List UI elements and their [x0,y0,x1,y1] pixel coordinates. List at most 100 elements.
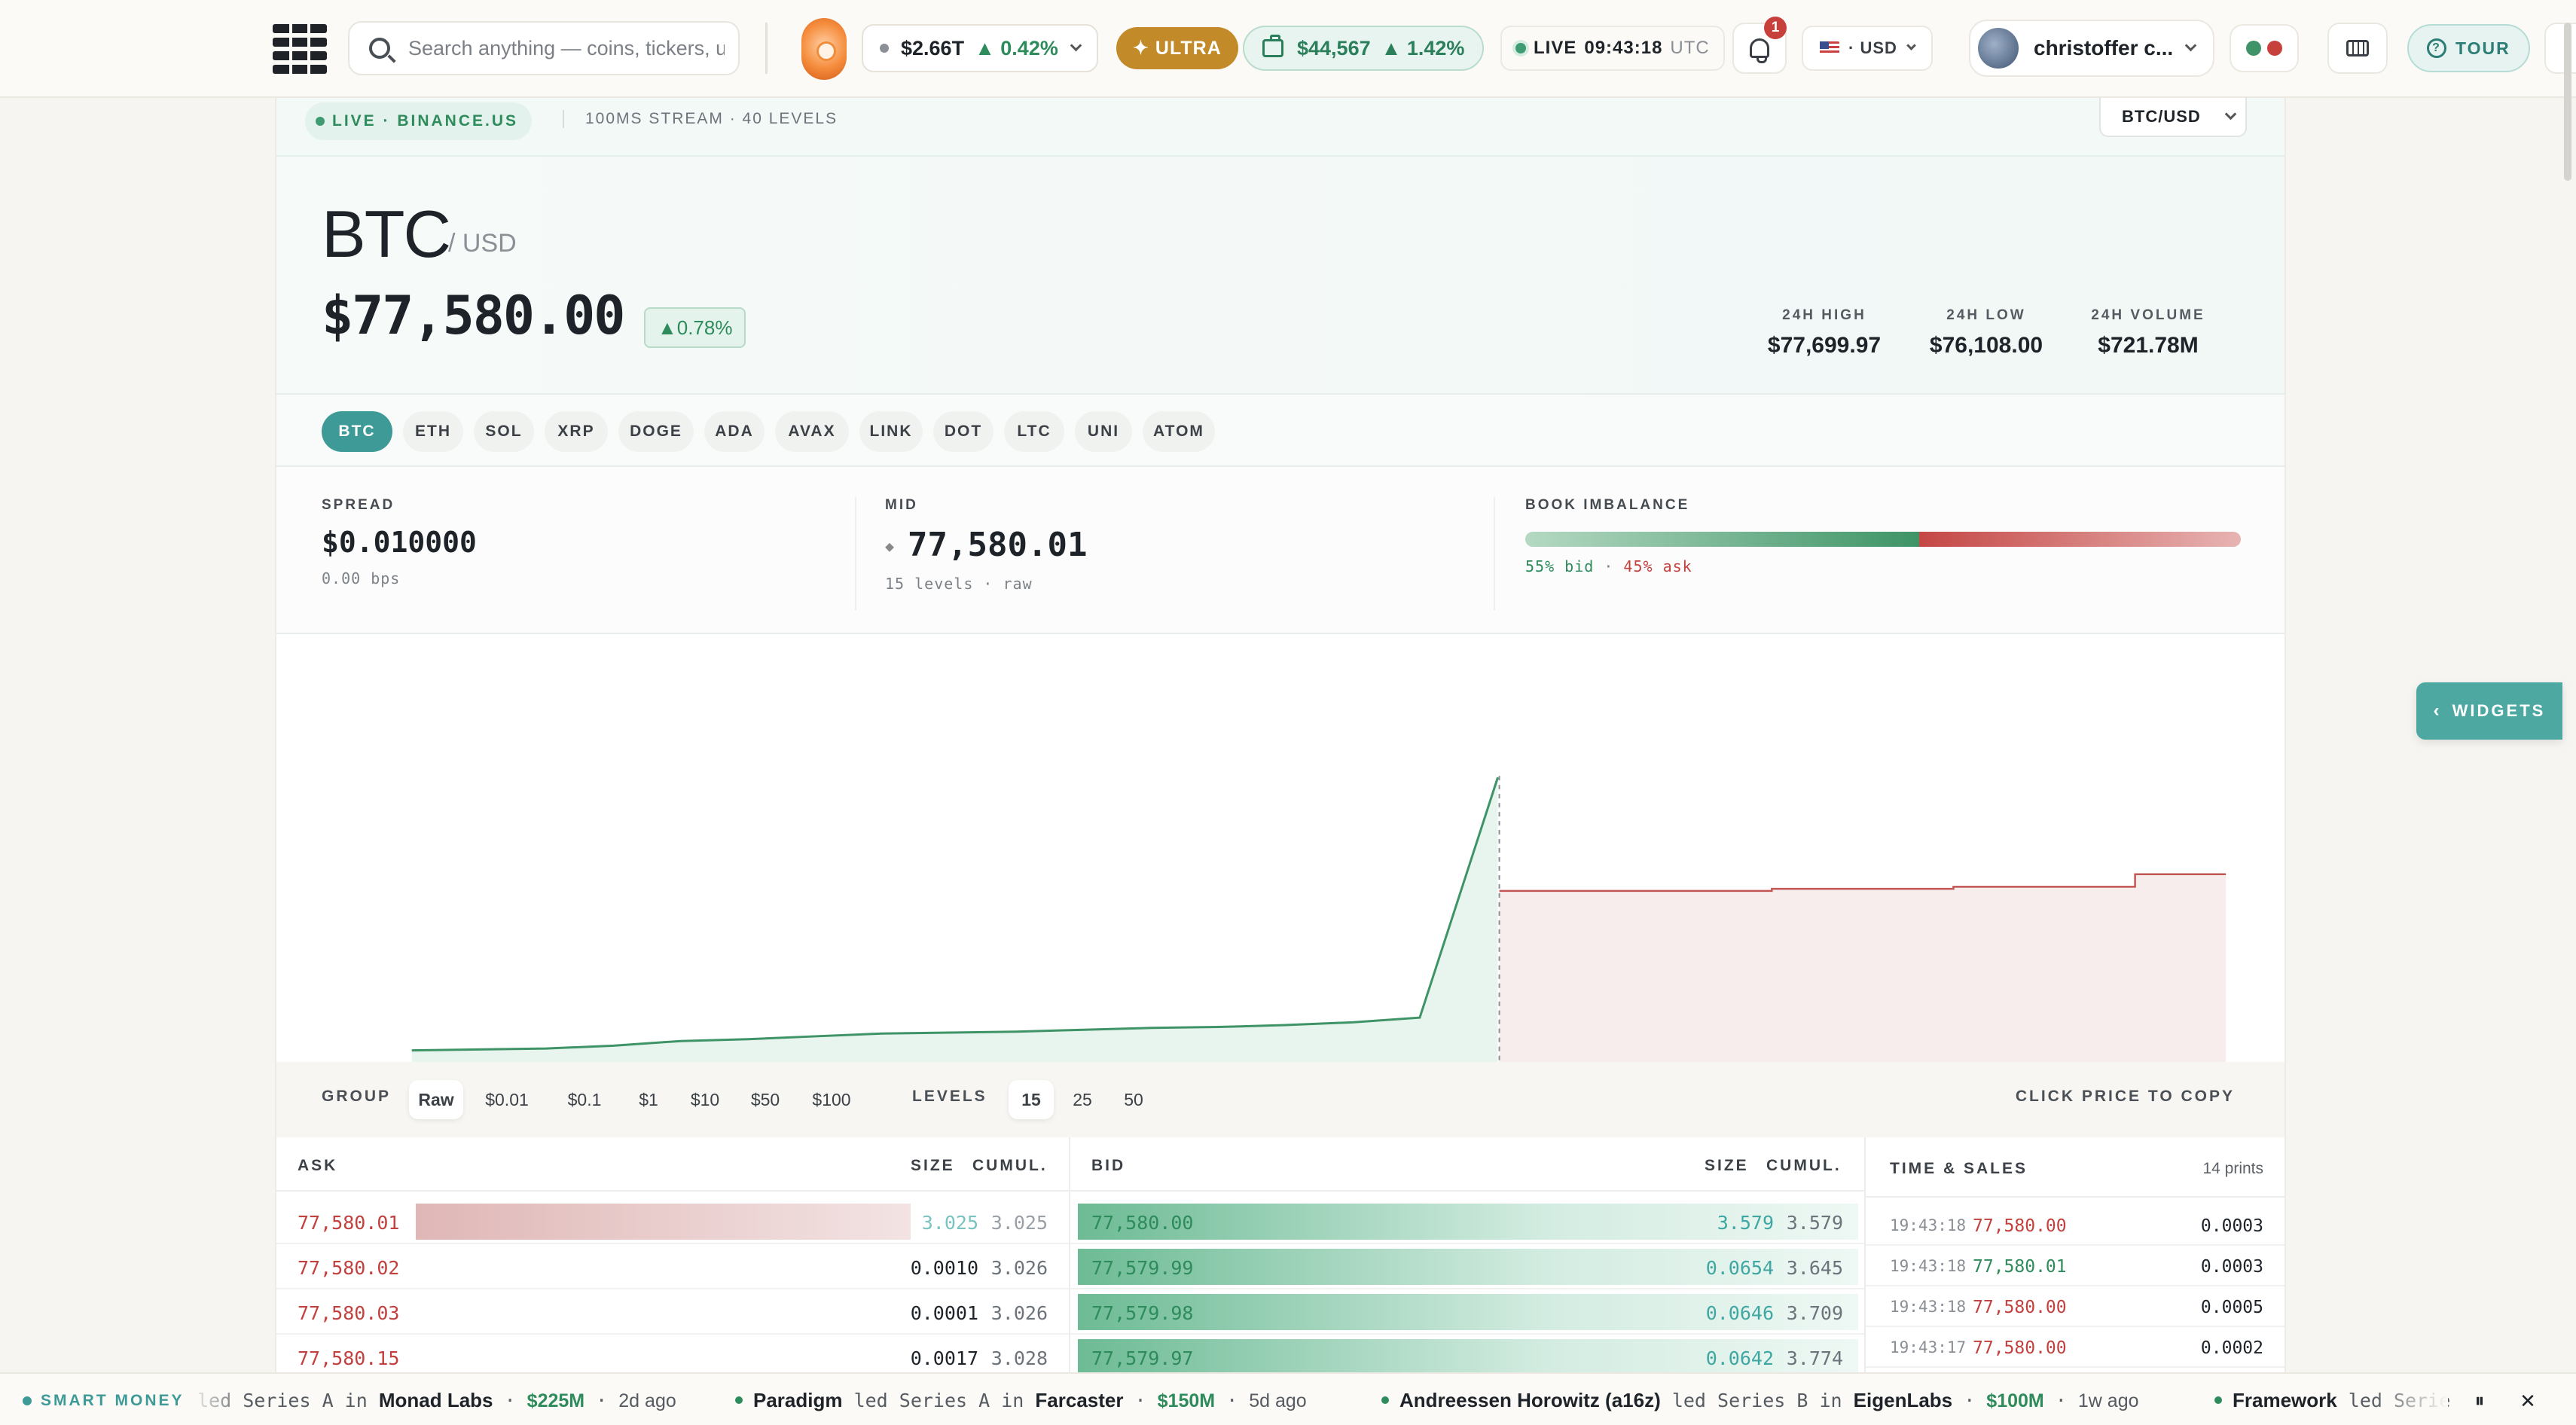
asset-tab-doge[interactable]: DOGE [618,411,694,452]
search-input[interactable]: Search anything — coins, tickers, u [408,37,725,60]
bid-price[interactable]: 77,579.97 [1091,1347,1193,1369]
trade-size: 0.0005 [2200,1298,2263,1317]
currency-select[interactable]: · USD [1802,26,1933,71]
tour-button[interactable]: ? TOUR [2407,24,2530,72]
ticker-company: Monad Labs [378,1389,493,1411]
notifications-button[interactable]: 1 [1732,17,1787,74]
portfolio-change: ▲ 1.42% [1381,36,1465,60]
live-label: LIVE [1534,38,1577,58]
levels-option[interactable]: 50 [1111,1080,1156,1119]
asset-tab-btc[interactable]: BTC [322,411,392,452]
trade-row[interactable]: 19:43:18 77,580.01 0.0003 [1866,1246,2285,1286]
trade-size: 0.0003 [2200,1257,2263,1277]
asset-tab-uni[interactable]: UNI [1075,411,1132,452]
widgets-label: WIDGETS [2452,701,2546,720]
asset-tab-link[interactable]: LINK [859,411,923,452]
bid-price[interactable]: 77,580.00 [1091,1212,1193,1234]
price-change-badge: ▲0.78% [644,307,746,348]
order-book-card: LIVE · BINANCE.US 100MS STREAM · 40 LEVE… [275,98,2286,1378]
ask-price[interactable]: 77,580.15 [298,1347,399,1369]
group-option[interactable]: Raw [409,1080,463,1119]
group-option[interactable]: $0.1 [551,1080,618,1119]
asset-tab-dot[interactable]: DOT [933,411,993,452]
keyboard-shortcuts-button[interactable] [2327,23,2388,74]
depth-chart[interactable] [276,634,2285,1071]
asset-tab-avax[interactable]: AVAX [775,411,849,452]
ask-size-label: SIZE [911,1157,955,1174]
ask-row[interactable]: 77,580.02 0.0010 3.026 [276,1244,1069,1289]
levels-option[interactable]: 25 [1060,1080,1105,1119]
spread-label: SPREAD [322,497,395,513]
close-ticker-button[interactable]: ✕ [2505,1384,2550,1417]
bid-row[interactable]: 77,579.99 0.0654 3.645 [1070,1244,1864,1289]
asset-tab-atom[interactable]: ATOM [1143,411,1215,452]
bid-row[interactable]: 77,580.00 3.579 3.579 [1070,1199,1864,1244]
widgets-button[interactable]: ‹ WIDGETS [2416,682,2562,740]
market-cap-pill[interactable]: $2.66T ▲ 0.42% [862,24,1098,72]
divider [855,497,856,610]
ticker-item[interactable]: Paradigm led Series A in Farcaster · $15… [735,1389,1307,1412]
trade-time: 19:43:18 [1890,1257,1967,1275]
ticker-item[interactable]: Andreessen Horowitz (a16z) led Series B … [1381,1389,2139,1412]
trade-row[interactable]: 19:43:18 77,580.00 0.0003 [1866,1205,2285,1246]
asset-tab-ada[interactable]: ADA [704,411,765,452]
row-cumul: 3.774 [1786,1347,1843,1369]
chevron-down-icon [2224,108,2237,120]
green-dot-icon [2246,41,2261,56]
row-cumul: 3.028 [990,1347,1048,1369]
row-cumul: 3.025 [990,1212,1048,1234]
bid-price[interactable]: 77,579.98 [1091,1302,1193,1324]
imbalance-label: BOOK IMBALANCE [1525,497,1690,513]
asset-tab-sol[interactable]: SOL [474,411,534,452]
row-cumul: 3.026 [990,1302,1048,1324]
top-bar: Search anything — coins, tickers, u $2.6… [0,0,2576,98]
bullet-icon [2214,1396,2222,1404]
asset-tab-xrp[interactable]: XRP [545,411,608,452]
app-logo-icon[interactable] [273,24,327,74]
group-option[interactable]: $1 [626,1080,671,1119]
live-dot-icon [1515,43,1526,53]
group-option[interactable]: $10 [679,1080,731,1119]
user-menu[interactable]: christoffer c... [1969,20,2215,77]
asset-tab-ltc[interactable]: LTC [1004,411,1064,452]
chevron-down-icon [2184,39,2197,51]
ask-price[interactable]: 77,580.02 [298,1257,399,1279]
trade-row[interactable]: 19:43:17 77,580.00 0.0002 [1866,1327,2285,1368]
pair-select[interactable]: BTC/USD [2099,98,2247,137]
status-dot-icon [880,44,889,53]
ask-depth-area [1499,874,2227,1067]
bid-row[interactable]: 77,579.98 0.0646 3.709 [1070,1289,1864,1335]
portfolio-pill[interactable]: $44,567 ▲ 1.42% [1243,26,1485,71]
levels-option[interactable]: 15 [1009,1080,1054,1119]
theme-toggle[interactable] [2230,24,2299,72]
help-icon: ? [2427,38,2446,58]
ticker-amount: $100M [1986,1390,2044,1411]
ask-row[interactable]: 77,580.01 3.025 3.025 [276,1199,1069,1244]
group-option[interactable]: $100 [799,1080,864,1119]
bid-side-label: BID [1091,1157,1126,1174]
clock-time: 09:43:18 [1584,38,1663,58]
asset-tab-eth[interactable]: ETH [403,411,463,452]
group-option[interactable]: $50 [739,1080,792,1119]
row-size: 0.0646 [1705,1302,1774,1324]
row-size: 3.025 [921,1212,978,1234]
trade-row[interactable]: 19:43:18 77,580.00 0.0005 [1866,1286,2285,1327]
spread-value: $0.010000 [322,526,477,559]
stat-label: 24H HIGH [1782,307,1866,323]
pause-button[interactable]: ⏸ [2457,1384,2502,1417]
page-scrollbar[interactable] [2564,23,2571,181]
global-search[interactable]: Search anything — coins, tickers, u [348,21,740,75]
ask-price[interactable]: 77,580.01 [298,1212,399,1234]
ask-row[interactable]: 77,580.03 0.0001 3.026 [276,1289,1069,1335]
ultra-button[interactable]: ✦ ULTRA [1116,27,1238,69]
ask-price[interactable]: 77,580.03 [298,1302,399,1324]
quote-currency: / USD [448,229,517,258]
trade-size: 0.0002 [2200,1338,2263,1358]
keyboard-icon [2346,40,2369,56]
group-option[interactable]: $0.01 [471,1080,543,1119]
assistant-orb-icon[interactable] [801,18,847,80]
trade-time: 19:43:18 [1890,1298,1967,1316]
ticker-item[interactable]: led Series A in Monad Labs · $225M · 2d … [197,1389,676,1412]
tour-label: TOUR [2455,38,2510,58]
bid-price[interactable]: 77,579.99 [1091,1257,1193,1279]
